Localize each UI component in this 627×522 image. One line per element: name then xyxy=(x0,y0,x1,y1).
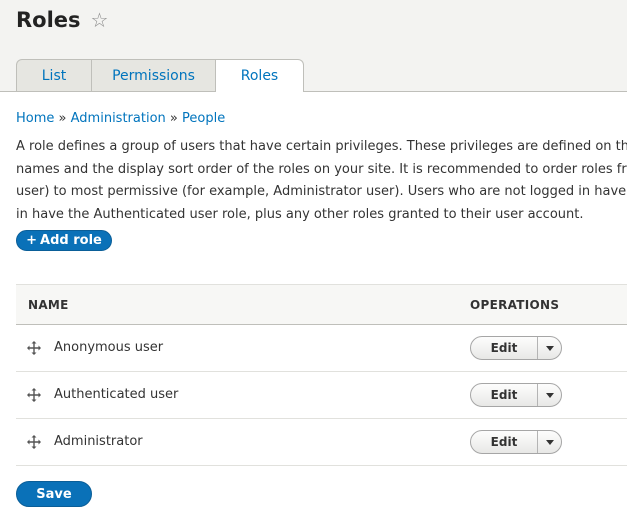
breadcrumb-separator: » xyxy=(169,111,178,126)
roles-table: NAME OPERATIONS Anonymous user Edit Auth… xyxy=(16,284,627,466)
chevron-down-icon xyxy=(545,392,554,398)
breadcrumb-home[interactable]: Home xyxy=(16,111,54,126)
breadcrumb-people[interactable]: People xyxy=(182,111,225,126)
chevron-down-icon xyxy=(545,439,554,445)
operations-dropbutton: Edit xyxy=(470,383,562,407)
add-role-button[interactable]: + Add role xyxy=(16,230,112,251)
operations-dropbutton: Edit xyxy=(470,336,562,360)
tab-list[interactable]: List xyxy=(16,59,92,91)
edit-button[interactable]: Edit xyxy=(471,431,538,453)
operations-dropbutton: Edit xyxy=(470,430,562,454)
table-header: NAME OPERATIONS xyxy=(16,284,627,325)
roles-description: A role defines a group of users that hav… xyxy=(16,136,627,226)
column-header-name: NAME xyxy=(28,298,69,312)
description-line: in have the Authenticated user role, plu… xyxy=(16,206,584,222)
role-name: Authenticated user xyxy=(54,387,179,402)
role-name: Administrator xyxy=(54,434,143,449)
breadcrumb-separator: » xyxy=(58,111,67,126)
chevron-down-icon xyxy=(545,345,554,351)
star-icon[interactable]: ☆ xyxy=(91,8,109,32)
table-row: Authenticated user Edit xyxy=(16,372,627,419)
tab-roles[interactable]: Roles xyxy=(215,59,304,92)
dropbutton-toggle[interactable] xyxy=(538,337,561,359)
column-header-operations: OPERATIONS xyxy=(470,298,560,312)
table-row: Administrator Edit xyxy=(16,419,627,466)
dropbutton-toggle[interactable] xyxy=(538,384,561,406)
breadcrumb: Home » Administration » People xyxy=(16,111,225,126)
add-role-label: Add role xyxy=(40,233,102,248)
description-line: user) to most permissive (for example, A… xyxy=(16,184,627,199)
description-line: A role defines a group of users that hav… xyxy=(16,136,627,159)
drag-handle-icon[interactable] xyxy=(26,340,42,356)
table-row: Anonymous user Edit xyxy=(16,325,627,372)
tab-permissions[interactable]: Permissions xyxy=(91,59,216,91)
page-header: Roles ☆ List Permissions Roles xyxy=(0,0,627,92)
drag-handle-icon[interactable] xyxy=(26,387,42,403)
plus-icon: + xyxy=(26,233,38,248)
drag-handle-icon[interactable] xyxy=(26,434,42,450)
role-name: Anonymous user xyxy=(54,340,164,355)
edit-button[interactable]: Edit xyxy=(471,337,538,359)
description-line: names and the display sort order of the … xyxy=(16,161,627,177)
dropbutton-toggle[interactable] xyxy=(538,431,561,453)
edit-button[interactable]: Edit xyxy=(471,384,538,406)
description-text: A role defines a group of users that hav… xyxy=(16,139,627,154)
save-button[interactable]: Save xyxy=(16,481,92,507)
page-title-text: Roles xyxy=(16,8,81,32)
primary-tabs: List Permissions Roles xyxy=(16,59,304,92)
breadcrumb-administration[interactable]: Administration xyxy=(71,111,166,126)
page-title: Roles ☆ xyxy=(16,8,108,32)
